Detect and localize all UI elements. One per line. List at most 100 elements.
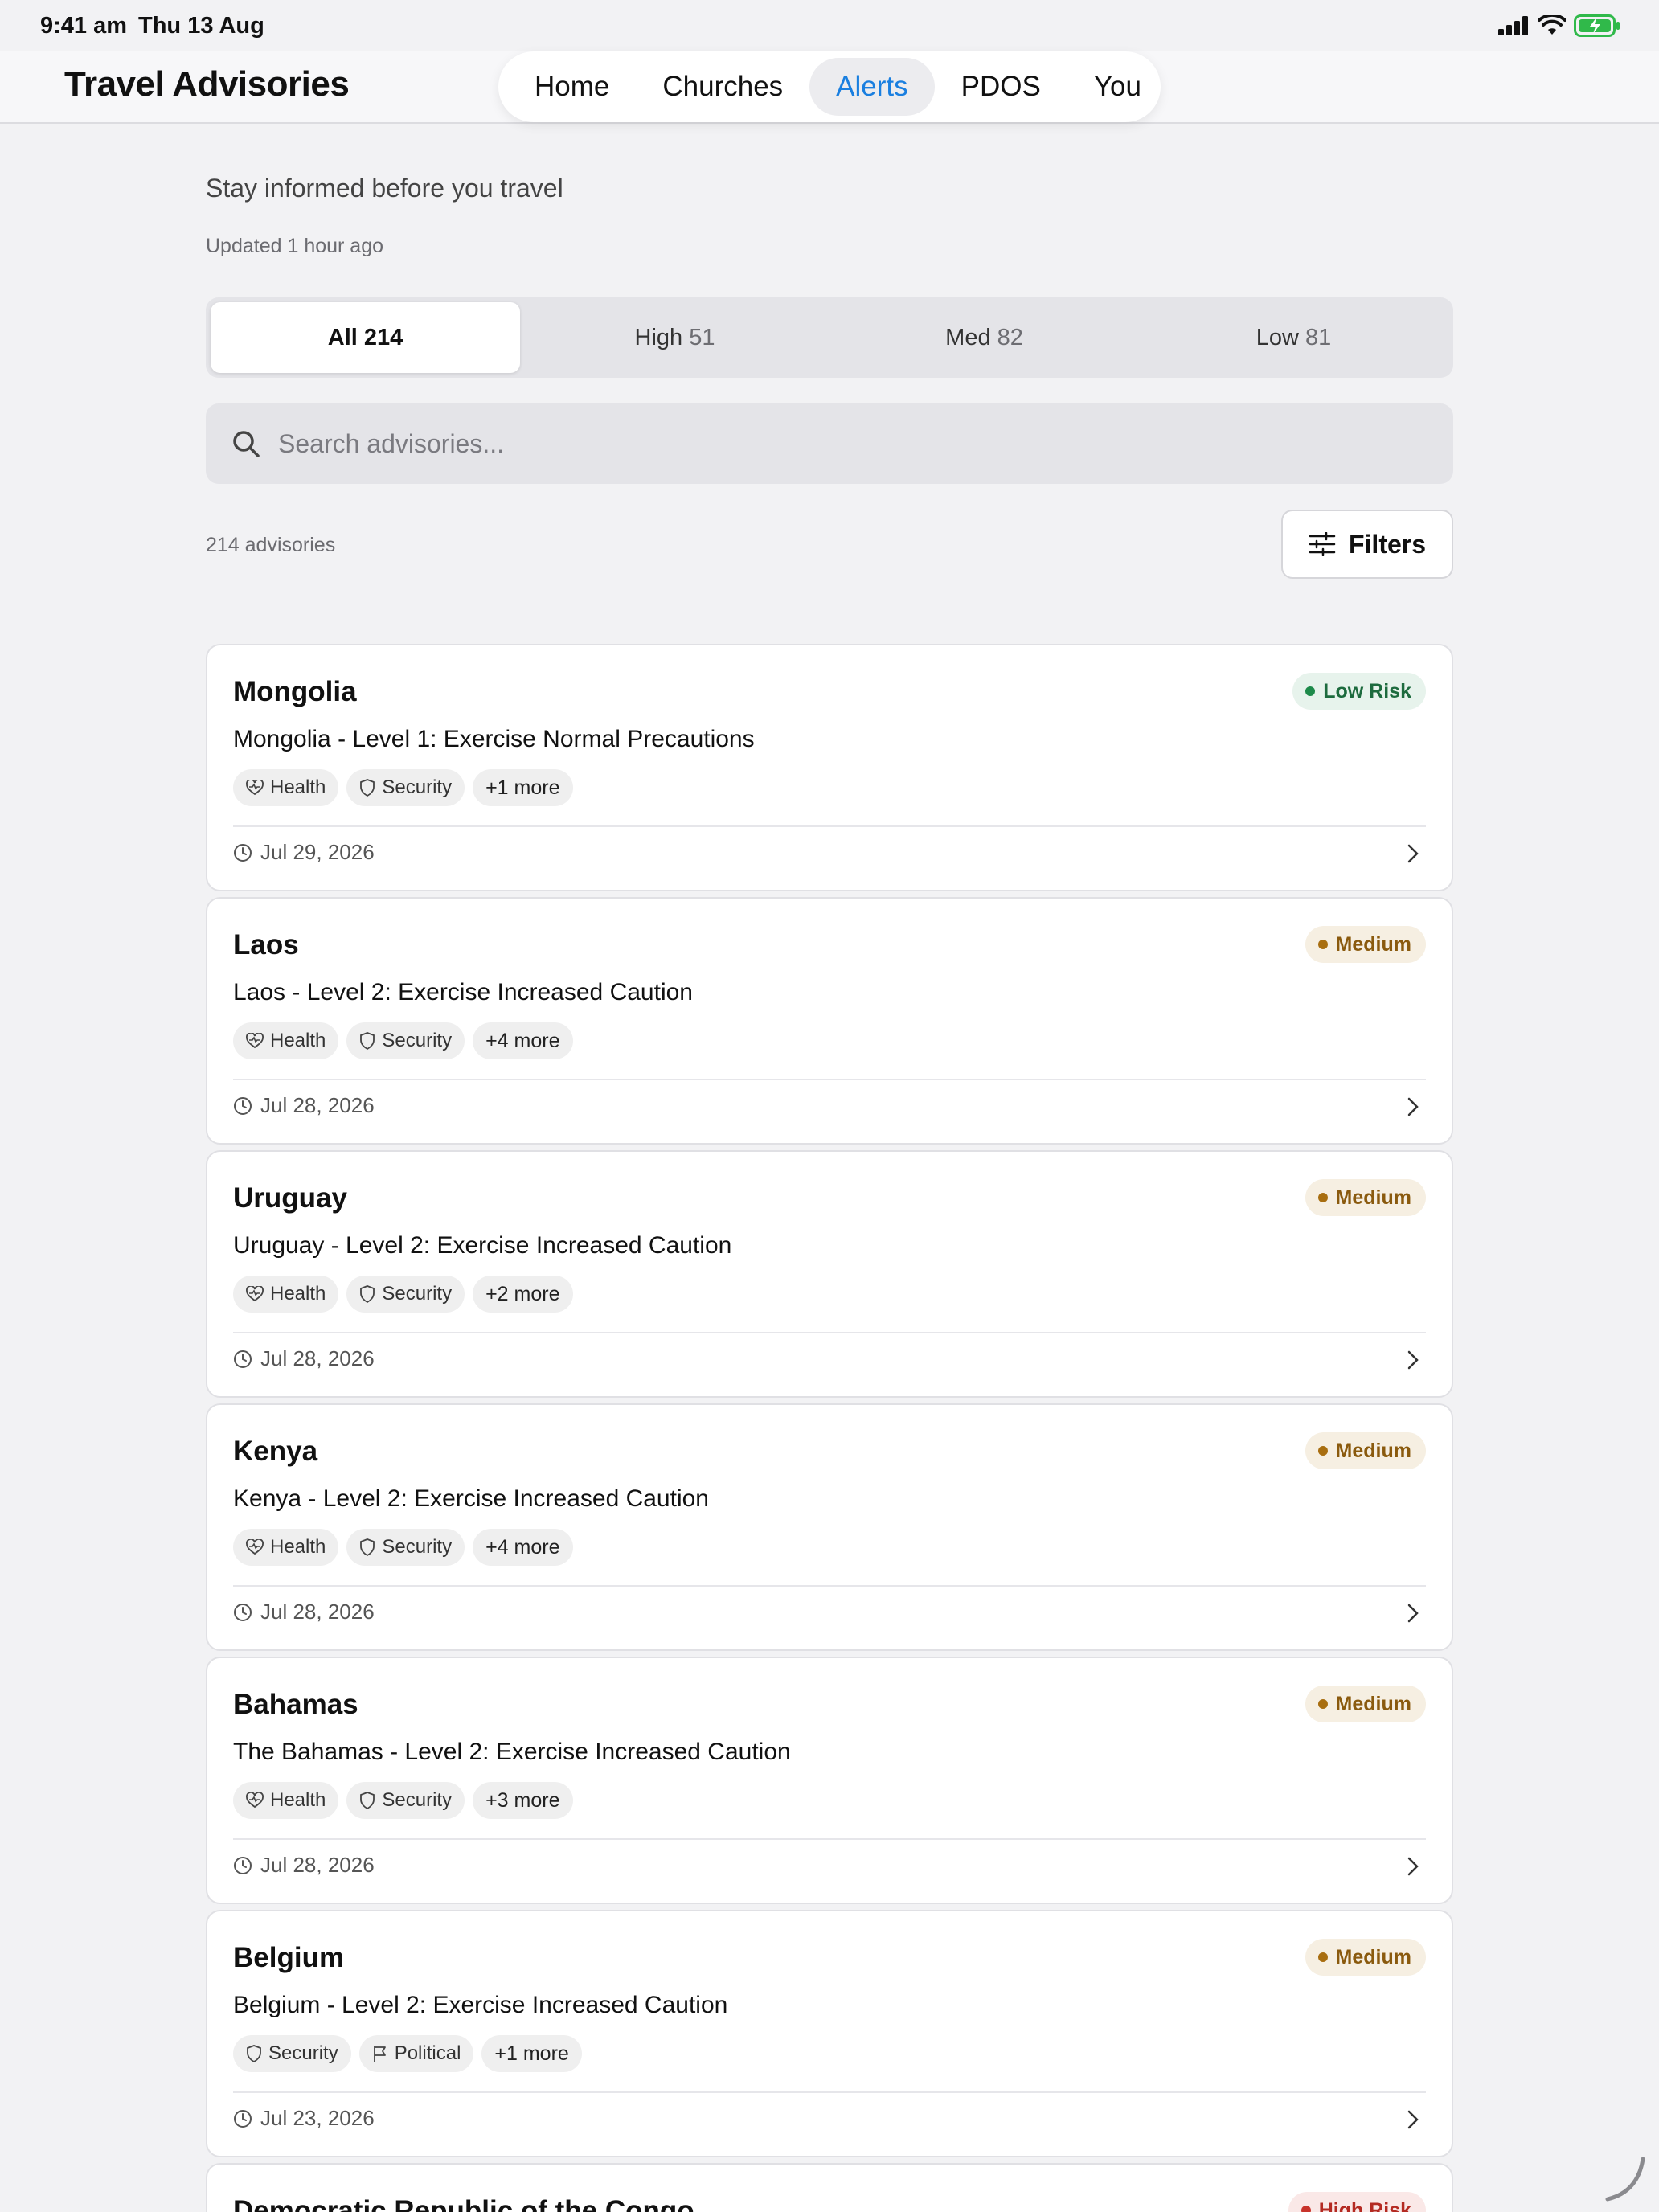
- nav-home[interactable]: Home: [508, 58, 636, 116]
- advisory-date: Jul 28, 2026: [233, 1853, 375, 1878]
- segment-label: High: [634, 324, 683, 350]
- sliders-icon: [1309, 532, 1336, 556]
- chevron-right-icon: [1407, 2110, 1419, 2129]
- nav-pdos[interactable]: PDOS: [935, 58, 1067, 116]
- search-input[interactable]: [278, 428, 1403, 459]
- more-tags-badge: +1 more: [473, 769, 573, 806]
- advisory-card[interactable]: Mongolia Low Risk Mongolia - Level 1: Ex…: [206, 644, 1453, 891]
- home-indicator-corner: [1605, 2157, 1645, 2202]
- tag-list: Security Political +1 more: [233, 2035, 582, 2072]
- risk-dot: [1317, 1699, 1328, 1709]
- risk-badge: Medium: [1305, 1179, 1426, 1216]
- chevron-right-icon: [1407, 844, 1419, 863]
- risk-badge: Medium: [1305, 1686, 1426, 1722]
- tag-label: Health: [270, 1789, 326, 1811]
- tag-label: Security: [382, 1536, 453, 1558]
- divider: [233, 1332, 1426, 1333]
- filters-button[interactable]: Filters: [1281, 510, 1453, 579]
- divider: [233, 2091, 1426, 2093]
- tag: Security: [346, 1529, 465, 1566]
- tag-list: Health Security +2 more: [233, 1276, 573, 1313]
- tag-label: Health: [270, 1030, 326, 1051]
- heart-pulse-icon: [246, 1792, 264, 1809]
- tag: Health: [233, 769, 339, 806]
- shield-icon: [247, 2045, 261, 2062]
- advisory-card[interactable]: Uruguay Medium Uruguay - Level 2: Exerci…: [206, 1150, 1453, 1398]
- cellular-signal-icon: [1498, 16, 1528, 35]
- clock-icon: [234, 1350, 252, 1368]
- advisory-date: Jul 28, 2026: [233, 1600, 375, 1624]
- advisory-country: Democratic Republic of the Congo: [233, 2195, 694, 2212]
- shield-icon: [360, 1538, 375, 1556]
- tag: Health: [233, 1529, 339, 1566]
- advisory-headline: Kenya - Level 2: Exercise Increased Caut…: [233, 1485, 709, 1512]
- advisory-card[interactable]: Kenya Medium Kenya - Level 2: Exercise I…: [206, 1403, 1453, 1651]
- tag-list: Health Security +4 more: [233, 1529, 573, 1566]
- advisory-headline: Uruguay - Level 2: Exercise Increased Ca…: [233, 1232, 732, 1259]
- clock-icon: [234, 843, 252, 862]
- tag: Health: [233, 1276, 339, 1313]
- chevron-right-icon: [1407, 1857, 1419, 1876]
- shield-icon: [360, 1285, 375, 1303]
- advisory-card[interactable]: Laos Medium Laos - Level 2: Exercise Inc…: [206, 897, 1453, 1145]
- more-tags-badge: +2 more: [473, 1276, 573, 1313]
- tag: Political: [358, 2035, 474, 2072]
- clock-icon: [234, 2109, 252, 2128]
- risk-badge: Medium: [1305, 1939, 1426, 1976]
- chevron-right-icon: [1407, 1604, 1419, 1623]
- more-tags-badge: +4 more: [473, 1529, 573, 1566]
- date-text: Jul 23, 2026: [260, 2106, 375, 2130]
- search-icon: [233, 431, 260, 457]
- risk-label: Medium: [1335, 932, 1411, 956]
- tag-label: Political: [394, 2042, 461, 2064]
- updated-timestamp: Updated 1 hour ago: [206, 235, 384, 257]
- advisory-list: Mongolia Low Risk Mongolia - Level 1: Ex…: [206, 644, 1453, 2212]
- search-bar: [206, 403, 1453, 484]
- tag: Health: [233, 1022, 339, 1059]
- tag-label: Security: [382, 1030, 453, 1051]
- tag-label: Security: [382, 776, 453, 798]
- segment-count: 214: [363, 324, 403, 350]
- advisory-card[interactable]: Belgium Medium Belgium - Level 2: Exerci…: [206, 1910, 1453, 2157]
- date-text: Jul 28, 2026: [260, 1600, 375, 1624]
- nav-you[interactable]: You: [1067, 58, 1168, 116]
- segment-low[interactable]: Low 81: [1139, 302, 1448, 373]
- date-text: Jul 28, 2026: [260, 1093, 375, 1117]
- page-subtitle: Stay informed before you travel: [206, 174, 563, 203]
- advisory-card[interactable]: Democratic Republic of the Congo High Ri…: [206, 2163, 1453, 2212]
- risk-dot: [1317, 940, 1328, 949]
- advisory-headline: Belgium - Level 2: Exercise Increased Ca…: [233, 1992, 728, 2018]
- advisory-country: Bahamas: [233, 1689, 358, 1720]
- advisory-country: Laos: [233, 929, 299, 961]
- divider: [233, 1079, 1426, 1080]
- date-text: Jul 29, 2026: [260, 840, 375, 864]
- risk-segmented-control: All 214 High 51 Med 82 Low 81: [206, 297, 1453, 378]
- advisory-card[interactable]: Bahamas Medium The Bahamas - Level 2: Ex…: [206, 1657, 1453, 1904]
- battery-charging-icon: [1574, 14, 1620, 37]
- tag-list: Health Security +1 more: [233, 769, 573, 806]
- status-date: Thu 13 Aug: [138, 13, 264, 39]
- advisory-date: Jul 28, 2026: [233, 1346, 375, 1371]
- risk-badge: Low Risk: [1292, 673, 1426, 710]
- clock-icon: [234, 1856, 252, 1874]
- segment-high[interactable]: High 51: [520, 302, 830, 373]
- segment-label: All: [327, 324, 358, 350]
- divider: [233, 825, 1426, 827]
- advisory-date: Jul 23, 2026: [233, 2106, 375, 2131]
- tag-label: Security: [382, 1283, 453, 1305]
- nav-alerts[interactable]: Alerts: [809, 58, 935, 116]
- tag: Security: [233, 2035, 351, 2072]
- chevron-right-icon: [1407, 1350, 1419, 1370]
- tag-label: Health: [270, 1536, 326, 1558]
- segment-all[interactable]: All 214: [211, 302, 520, 373]
- nav-churches[interactable]: Churches: [636, 58, 809, 116]
- date-text: Jul 28, 2026: [260, 1346, 375, 1370]
- clock-icon: [234, 1096, 252, 1115]
- segment-med[interactable]: Med 82: [830, 302, 1139, 373]
- risk-dot: [1305, 686, 1316, 696]
- chevron-right-icon: [1407, 1097, 1419, 1116]
- shield-icon: [360, 1032, 375, 1050]
- risk-label: Low Risk: [1323, 679, 1411, 703]
- heart-pulse-icon: [246, 1033, 264, 1049]
- advisory-date: Jul 28, 2026: [233, 1093, 375, 1118]
